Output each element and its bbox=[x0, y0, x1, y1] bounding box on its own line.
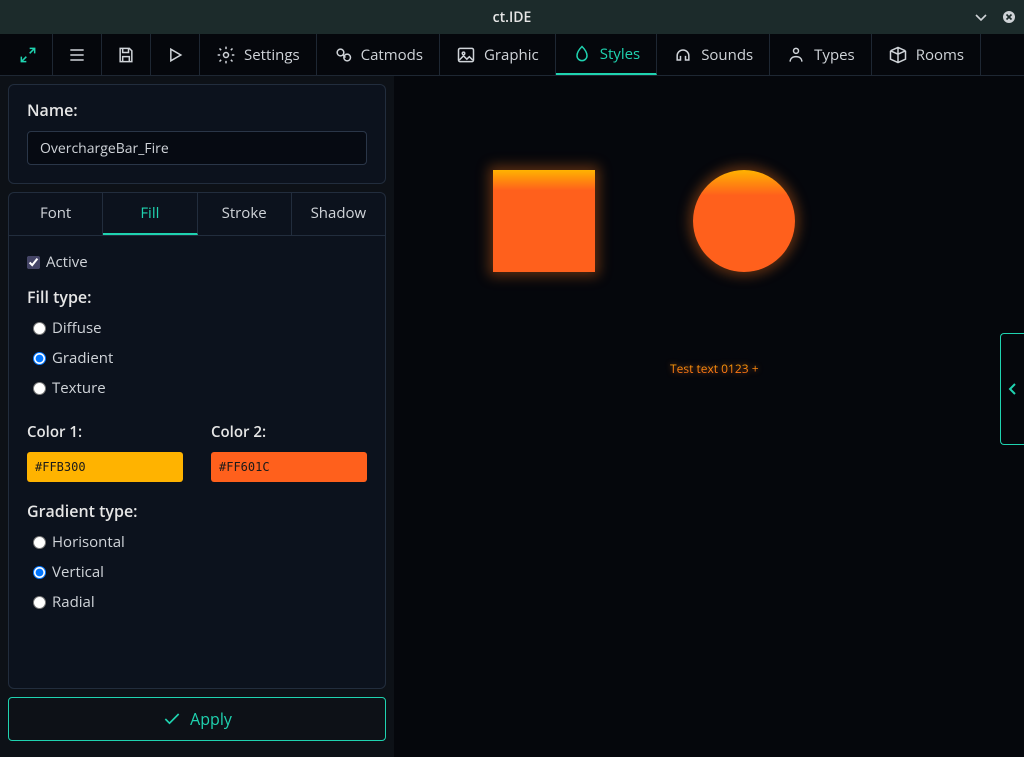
minimize-icon[interactable] bbox=[974, 10, 988, 24]
fill-type-diffuse-radio[interactable] bbox=[33, 322, 46, 335]
fill-type-texture-radio[interactable] bbox=[33, 382, 46, 395]
graphic-tab[interactable]: Graphic bbox=[440, 34, 556, 75]
styles-label: Styles bbox=[600, 44, 640, 64]
window-title: ct.IDE bbox=[493, 8, 532, 27]
side-panel-toggle[interactable] bbox=[1000, 333, 1024, 445]
gradient-horisontal-label: Horisontal bbox=[52, 532, 125, 552]
gradient-vertical-radio[interactable] bbox=[33, 566, 46, 579]
color2-swatch[interactable]: #FF601C bbox=[211, 452, 367, 482]
catmods-tab[interactable]: Catmods bbox=[317, 34, 440, 75]
tab-stroke[interactable]: Stroke bbox=[198, 193, 292, 235]
active-checkbox[interactable] bbox=[27, 256, 40, 269]
preview-area: Test text 0123 + bbox=[394, 76, 1024, 757]
preview-square-shape bbox=[493, 170, 595, 272]
menu-button[interactable] bbox=[53, 34, 102, 75]
sounds-label: Sounds bbox=[701, 45, 753, 65]
name-label: Name: bbox=[27, 99, 78, 121]
fill-type-gradient-label: Gradient bbox=[52, 348, 113, 368]
fill-type-gradient-radio[interactable] bbox=[33, 352, 46, 365]
settings-label: Settings bbox=[244, 45, 300, 65]
main-toolbar: Settings Catmods Graphic Styles Sounds T… bbox=[0, 34, 1024, 76]
settings-tab[interactable]: Settings bbox=[200, 34, 317, 75]
preview-circle-shape bbox=[693, 170, 795, 272]
sounds-tab[interactable]: Sounds bbox=[657, 34, 770, 75]
name-card: Name: bbox=[8, 84, 386, 184]
gradient-radial-radio[interactable] bbox=[33, 596, 46, 609]
titlebar: ct.IDE bbox=[0, 0, 1024, 34]
gradient-radial-label: Radial bbox=[52, 592, 95, 612]
tab-font[interactable]: Font bbox=[9, 193, 103, 235]
rooms-label: Rooms bbox=[916, 45, 964, 65]
preview-test-text: Test text 0123 + bbox=[670, 360, 759, 377]
gradient-type-heading: Gradient type: bbox=[27, 500, 367, 522]
styles-tab[interactable]: Styles bbox=[556, 34, 657, 75]
catmods-label: Catmods bbox=[361, 45, 423, 65]
apply-label: Apply bbox=[190, 708, 232, 730]
fill-type-heading: Fill type: bbox=[27, 286, 367, 308]
run-button[interactable] bbox=[151, 34, 200, 75]
style-name-input[interactable] bbox=[27, 131, 367, 165]
close-icon[interactable] bbox=[1002, 10, 1016, 24]
graphic-label: Graphic bbox=[484, 45, 539, 65]
style-editor-card: Font Fill Stroke Shadow Active Fill type… bbox=[8, 192, 386, 689]
types-label: Types bbox=[814, 45, 855, 65]
fill-type-texture-label: Texture bbox=[52, 378, 106, 398]
gradient-horisontal-radio[interactable] bbox=[33, 536, 46, 549]
fullscreen-button[interactable] bbox=[4, 34, 53, 75]
save-button[interactable] bbox=[102, 34, 151, 75]
gradient-vertical-label: Vertical bbox=[52, 562, 104, 582]
tab-shadow[interactable]: Shadow bbox=[292, 193, 385, 235]
types-tab[interactable]: Types bbox=[770, 34, 872, 75]
fill-type-diffuse-label: Diffuse bbox=[52, 318, 102, 338]
color1-label: Color 1: bbox=[27, 422, 183, 442]
rooms-tab[interactable]: Rooms bbox=[872, 34, 981, 75]
apply-button[interactable]: Apply bbox=[8, 697, 386, 741]
color2-label: Color 2: bbox=[211, 422, 367, 442]
color1-swatch[interactable]: #FFB300 bbox=[27, 452, 183, 482]
tab-fill[interactable]: Fill bbox=[103, 193, 197, 235]
active-label: Active bbox=[46, 252, 88, 272]
